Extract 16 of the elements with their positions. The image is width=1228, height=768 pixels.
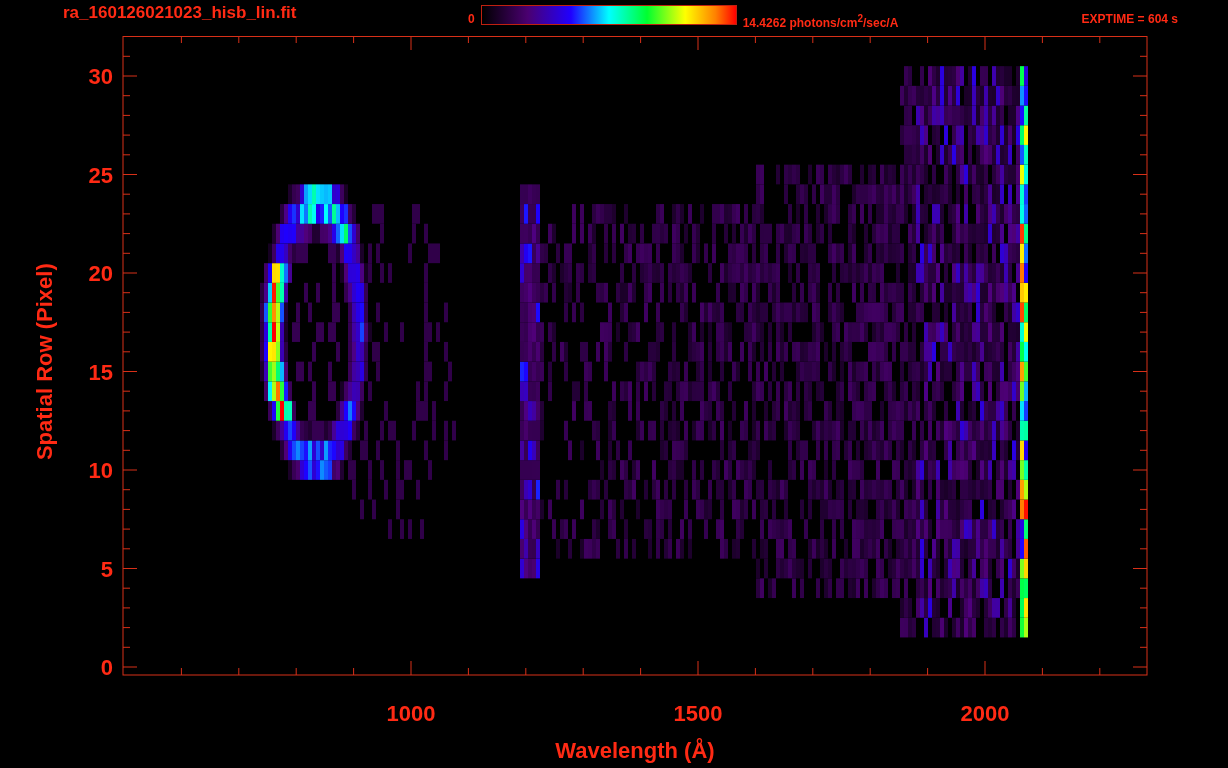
y-tick-label: 0 xyxy=(100,655,113,680)
x-tick-label: 1500 xyxy=(673,701,723,726)
x-tick-label: 1000 xyxy=(386,701,436,726)
y-tick-label: 10 xyxy=(88,458,113,483)
colorbar-min-label: 0 xyxy=(468,12,475,26)
y-tick-label: 5 xyxy=(100,556,113,582)
exposure-time: EXPTIME = 604 s xyxy=(1081,12,1178,26)
y-tick-label: 30 xyxy=(88,64,113,89)
y-axis-label: Spatial Row (Pixel) xyxy=(32,263,57,461)
y-tick-label: 15 xyxy=(88,359,113,385)
file-title: ra_160126021023_hisb_lin.fit xyxy=(63,4,298,22)
x-tick-label: 2000 xyxy=(960,701,1010,726)
y-tick-label: 20 xyxy=(88,261,113,286)
x-axis-label: Wavelength (Å) xyxy=(555,738,715,763)
colorbar-max-label: 14.4262 photons/cm$^{2}$/sec/A xyxy=(742,12,899,30)
y-tick-label: 25 xyxy=(88,162,113,188)
